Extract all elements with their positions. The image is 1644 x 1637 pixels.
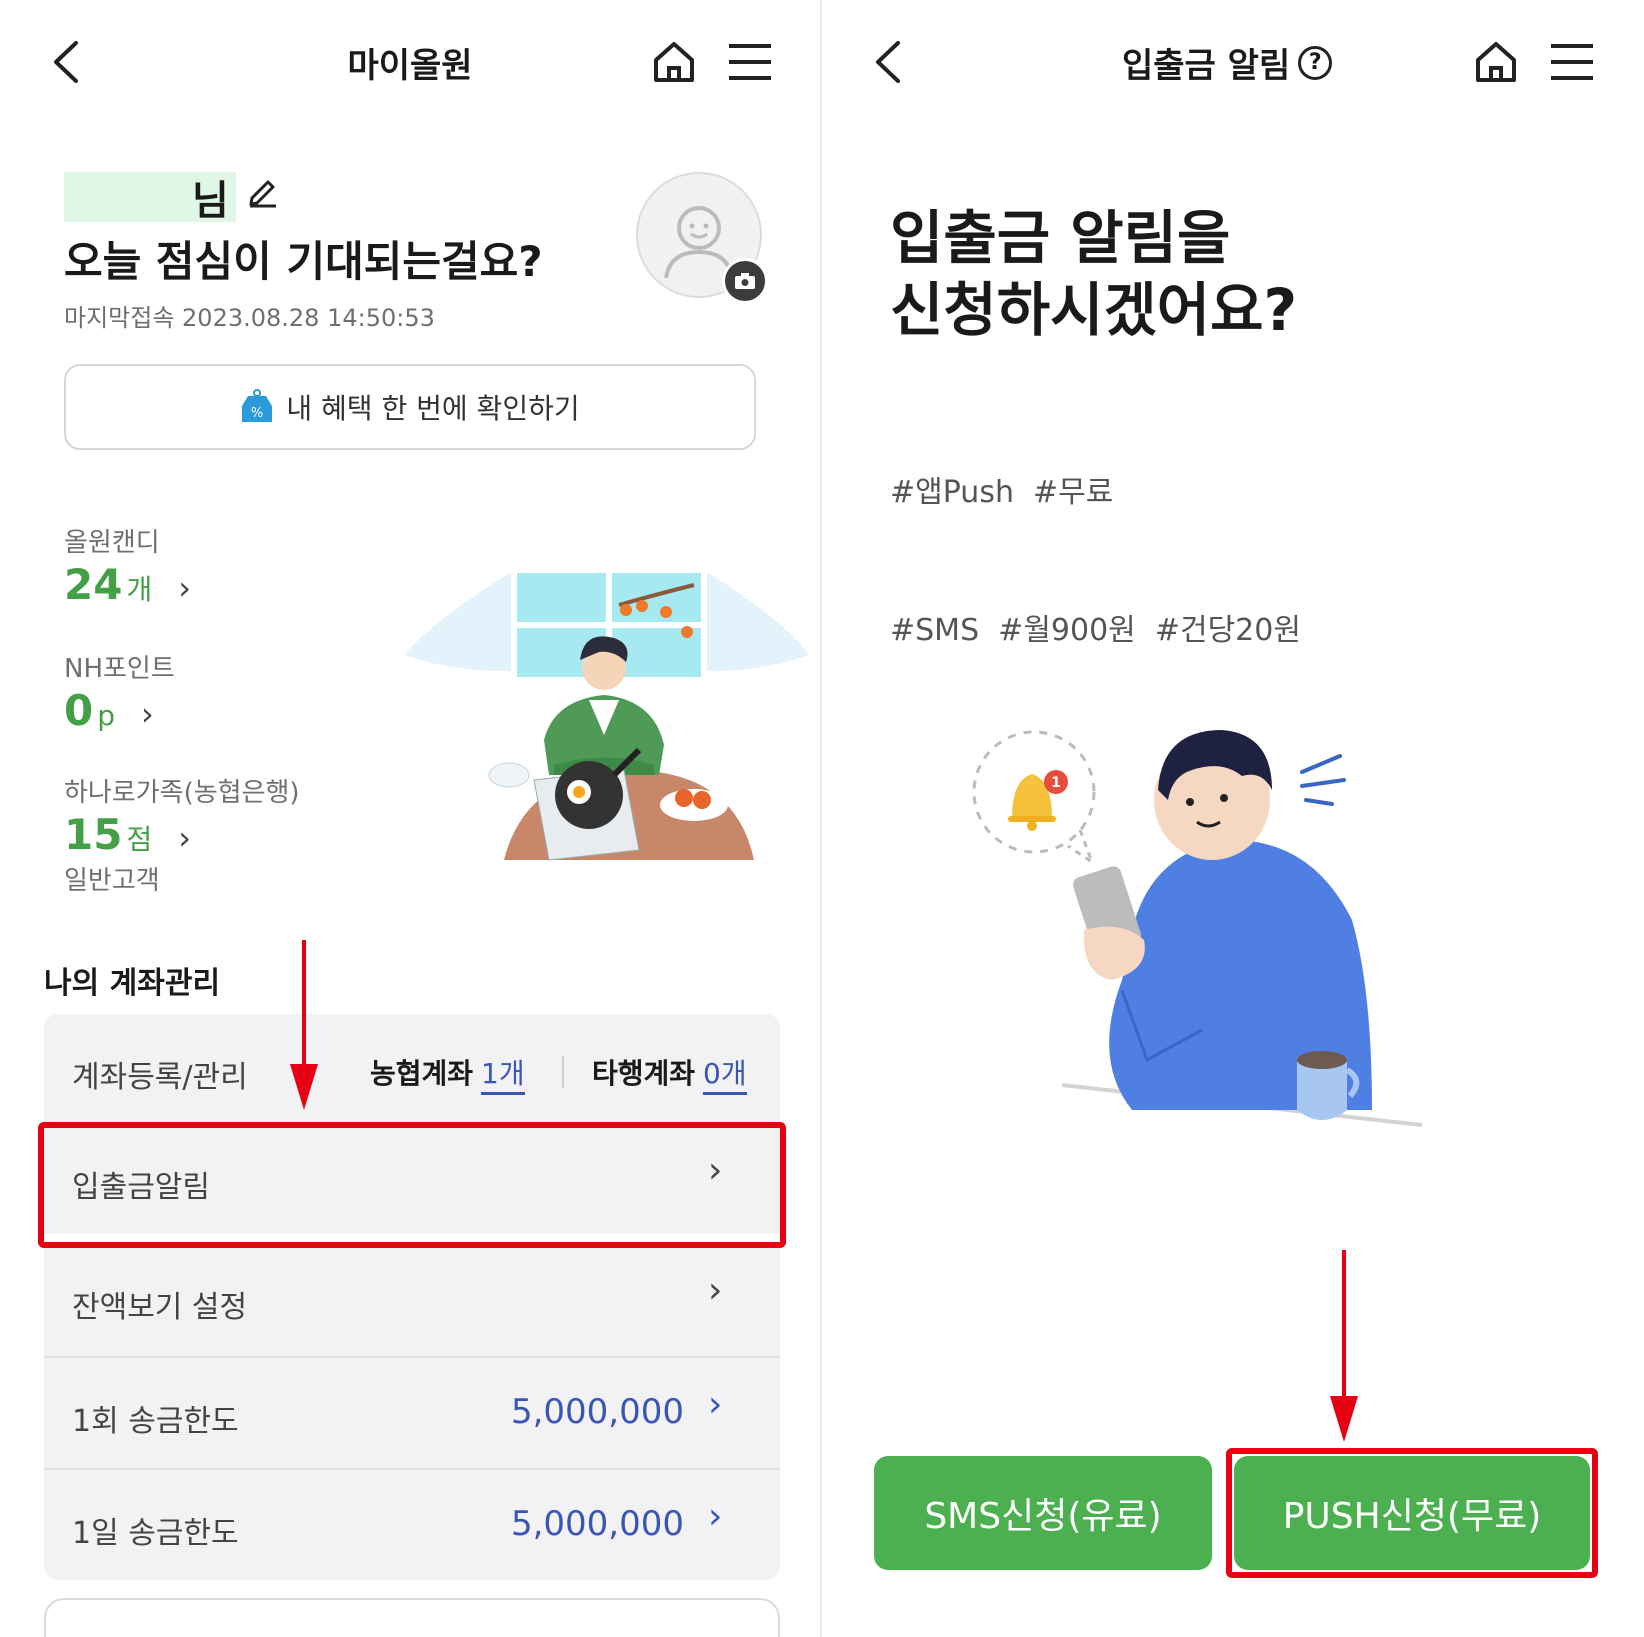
sms-apply-label: SMS신청(유료) xyxy=(924,1496,1162,1537)
my-allone-screen: 마이올원 님 오늘 점심이 기대되는걸요? 마지막접속 2023.08.28 1… xyxy=(0,0,822,1637)
my-benefits-button[interactable]: % 내 혜택 한 번에 확인하기 xyxy=(64,364,756,450)
chevron-right-icon: › xyxy=(708,1270,723,1311)
chevron-left-icon xyxy=(54,41,78,83)
red-arrow-icon xyxy=(290,940,318,1110)
per-transfer-limit-row[interactable]: 1회 송금한도 5,000,000 › xyxy=(44,1358,780,1468)
nh-account-label: 농협계좌 xyxy=(370,1057,474,1090)
page-title: 입출금 알림 xyxy=(1122,46,1291,86)
hamburger-menu-icon xyxy=(729,44,771,80)
nh-point-unit: p xyxy=(97,699,116,732)
home-icon xyxy=(654,42,694,82)
other-bank-account-label: 타행계좌 xyxy=(592,1057,696,1090)
account-register-label[interactable]: 계좌등록/관리 xyxy=(72,1052,248,1096)
price-tag-icon: % xyxy=(242,389,273,422)
other-bank-account-count: 0개 xyxy=(703,1052,747,1095)
back-button[interactable] xyxy=(862,36,914,88)
per-transfer-limit-label: 1회 송금한도 xyxy=(72,1404,239,1439)
notification-badge-count: 1 xyxy=(1051,775,1061,791)
account-section-title: 나의 계좌관리 xyxy=(44,966,221,1001)
candy-label: 올원캔디 xyxy=(64,528,160,558)
page-title-group: 입출금 알림 ? xyxy=(1122,38,1333,87)
page-title: 마이올원 xyxy=(347,46,473,86)
hashtags-line-1: #앱Push #무료 xyxy=(890,475,1114,510)
sms-apply-button[interactable]: SMS신청(유료) xyxy=(874,1456,1212,1570)
svg-text:%: % xyxy=(251,406,263,421)
nh-point-label: NH포인트 xyxy=(64,654,175,684)
edit-name-button[interactable] xyxy=(246,174,280,212)
hanaro-family-label: 하나로가족(농협은행) xyxy=(64,778,300,808)
hashtags: #앱Push #무료 #SMS #월900원 #건당20원 xyxy=(890,378,1301,746)
menu-button[interactable] xyxy=(1546,36,1598,88)
home-icon xyxy=(1476,42,1516,82)
daily-transfer-limit-label: 1일 송금한도 xyxy=(72,1516,239,1551)
pencil-icon xyxy=(249,180,276,208)
candy-unit: 개 xyxy=(126,573,153,606)
greeting-text: 오늘 점심이 기대되는걸요? xyxy=(64,237,543,286)
highlight-box xyxy=(38,1122,786,1248)
red-arrow-icon xyxy=(1330,1250,1358,1442)
home-button[interactable] xyxy=(648,36,700,88)
chevron-left-icon xyxy=(876,41,900,83)
balance-view-setting-row[interactable]: 잔액보기 설정 › xyxy=(44,1248,780,1356)
hamburger-menu-icon xyxy=(1551,44,1593,80)
nh-account-count: 1개 xyxy=(481,1052,525,1095)
hanaro-family-unit: 점 xyxy=(126,823,153,856)
headline-line-2: 신청하시겠어요? xyxy=(890,276,1298,344)
next-card-edge xyxy=(44,1598,780,1637)
chevron-right-icon: › xyxy=(141,695,154,733)
question-circle-icon[interactable]: ? xyxy=(1298,45,1333,80)
chevron-right-icon: › xyxy=(708,1496,723,1537)
phone-alert-illustration: 1 xyxy=(972,730,1423,1127)
camera-icon xyxy=(735,273,755,289)
nh-account-link[interactable]: 농협계좌 1개 xyxy=(370,1052,525,1095)
hanaro-family-value: 15 xyxy=(64,810,123,859)
balance-view-setting-label: 잔액보기 설정 xyxy=(72,1290,248,1325)
customer-grade: 일반고객 xyxy=(64,866,160,896)
nh-point-value: 0 xyxy=(64,686,94,735)
other-bank-account-link[interactable]: 타행계좌 0개 xyxy=(592,1052,747,1095)
hashtags-line-2: #SMS #월900원 #건당20원 xyxy=(890,613,1301,648)
headline: 입출금 알림을 신청하시겠어요? xyxy=(890,202,1297,346)
chevron-right-icon: › xyxy=(178,569,192,607)
change-photo-button[interactable] xyxy=(722,258,768,304)
candy-value: 24 xyxy=(64,560,123,609)
headline-line-1: 입출금 알림을 xyxy=(890,204,1231,272)
chevron-right-icon: › xyxy=(178,819,192,857)
last-access-text: 마지막접속 2023.08.28 14:50:53 xyxy=(64,304,435,332)
highlight-box xyxy=(1226,1448,1598,1578)
back-button[interactable] xyxy=(40,36,92,88)
deposit-withdrawal-alert-screen: 입출금 알림 ? 입출금 알림을 신청하시겠어요? #앱Push #무료 #SM… xyxy=(822,0,1644,1637)
lunch-illustration xyxy=(404,567,809,861)
account-summary-row: 계좌등록/관리 농협계좌 1개 타행계좌 0개 xyxy=(44,1014,780,1124)
divider xyxy=(562,1056,564,1088)
name-suffix: 님 xyxy=(192,178,229,224)
daily-transfer-limit-value: 5,000,000 xyxy=(510,1504,684,1544)
home-button[interactable] xyxy=(1470,36,1522,88)
hanaro-family-link[interactable]: 15 점 › xyxy=(64,810,191,859)
candy-link[interactable]: 24 개 › xyxy=(64,560,191,609)
daily-transfer-limit-row[interactable]: 1일 송금한도 5,000,000 › xyxy=(44,1470,780,1580)
per-transfer-limit-value: 5,000,000 xyxy=(510,1392,684,1432)
chevron-right-icon: › xyxy=(708,1384,723,1425)
nh-point-link[interactable]: 0 p › xyxy=(64,686,154,735)
menu-button[interactable] xyxy=(724,36,776,88)
my-benefits-label: 내 혜택 한 번에 확인하기 xyxy=(286,392,580,425)
